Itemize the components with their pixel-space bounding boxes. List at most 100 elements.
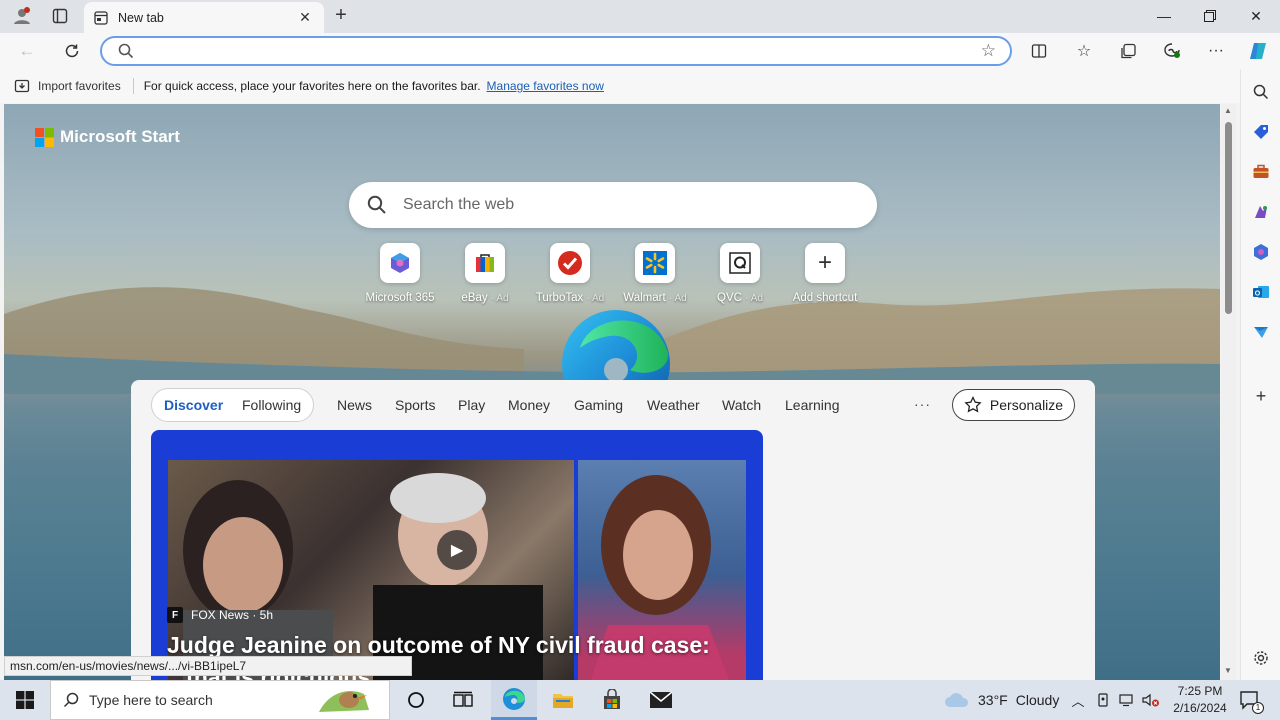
shortcut-qvc[interactable]: QVC · Ad [695, 243, 785, 304]
link-status-bar: msn.com/en-us/movies/news/.../vi-BB1ipeL… [4, 656, 412, 676]
refresh-button[interactable] [59, 39, 85, 63]
windows-taskbar: Type here to search 33°F Cloudy ︿ 7:25 P… [0, 680, 1280, 720]
tab-following[interactable]: Following [242, 397, 301, 413]
shopping-tag-icon[interactable] [1249, 120, 1273, 144]
microsoft-start-logo[interactable]: Microsoft Start [35, 127, 180, 147]
tab-discover[interactable]: Discover [164, 397, 223, 413]
start-button[interactable] [8, 680, 42, 720]
outlook-icon[interactable]: O [1249, 280, 1273, 304]
mail-icon[interactable] [641, 680, 681, 720]
sidebar-settings-gear-icon[interactable] [1249, 646, 1273, 670]
tab-watch[interactable]: Watch [722, 397, 761, 413]
shortcut-walmart[interactable]: Walmart · Ad [610, 243, 700, 304]
minimize-button[interactable]: — [1141, 0, 1187, 32]
web-search-box[interactable] [349, 182, 877, 228]
personalize-button[interactable]: Personalize [952, 389, 1075, 421]
scroll-down-arrow-icon[interactable]: ▼ [1224, 666, 1232, 675]
tab-gaming[interactable]: Gaming [574, 397, 623, 413]
scroll-up-arrow-icon[interactable]: ▲ [1224, 106, 1232, 115]
scrollbar-thumb[interactable] [1225, 122, 1232, 314]
shortcut-ebay[interactable]: eBay · Ad [440, 243, 530, 304]
sidebar-search-icon[interactable] [1249, 80, 1273, 104]
microsoft-365-icon [380, 243, 420, 283]
notification-center-icon[interactable]: 1 [1236, 680, 1264, 720]
tab-news[interactable]: News [337, 397, 372, 413]
ad-badge: · Ad [490, 293, 509, 304]
close-window-button[interactable]: ✕ [1233, 0, 1279, 32]
shortcut-label: Walmart [623, 292, 666, 304]
new-tab-button[interactable]: + [330, 5, 352, 27]
tab-money[interactable]: Money [508, 397, 550, 413]
shortcut-label: TurboTax [535, 292, 584, 304]
ad-badge: · Ad [745, 293, 763, 304]
add-sidebar-item-icon[interactable]: + [1249, 384, 1273, 408]
clock-time: 7:25 PM [1177, 684, 1223, 698]
feed-tabs: Discover Following News Sports Play Mone… [151, 388, 1075, 422]
microsoft-store-icon[interactable] [592, 680, 632, 720]
split-screen-icon[interactable] [1027, 40, 1051, 62]
ad-badge: · Ad [586, 293, 605, 304]
taskbar-edge-app[interactable] [491, 680, 537, 720]
settings-more-icon[interactable]: ··· [1204, 40, 1228, 62]
sparkle-star-icon [964, 396, 982, 413]
tab-weather[interactable]: Weather [647, 397, 700, 413]
play-video-icon[interactable]: ▶ [437, 530, 477, 570]
favorites-bar: Import favorites For quick access, place… [0, 69, 1240, 103]
hero-headline[interactable]: Judge Jeanine on outcome of NY civil fra… [167, 632, 710, 659]
back-button[interactable]: ← [14, 39, 40, 63]
more-options-icon[interactable]: ··· [914, 396, 931, 412]
tab-actions-icon[interactable] [47, 5, 73, 27]
ebay-bag-icon [465, 243, 505, 283]
shortcut-turbotax[interactable]: TurboTax · Ad [525, 243, 615, 304]
shortcut-label: Microsoft 365 [365, 292, 435, 304]
taskbar-search-box[interactable]: Type here to search [50, 680, 390, 720]
weather-description: Cloudy [1015, 692, 1060, 708]
taskbar-clock[interactable]: 7:25 PM 2/16/2024 [1170, 683, 1230, 717]
tab-sports[interactable]: Sports [395, 397, 435, 413]
tab-title: New tab [118, 10, 164, 25]
meet-now-icon[interactable] [1093, 680, 1113, 720]
shortcut-label: Add shortcut [792, 292, 858, 304]
search-icon [367, 195, 386, 214]
restore-button[interactable] [1187, 0, 1233, 32]
tab-learning[interactable]: Learning [785, 397, 840, 413]
drop-send-icon[interactable] [1249, 320, 1273, 344]
personalize-label: Personalize [989, 397, 1064, 413]
tab-play[interactable]: Play [458, 397, 485, 413]
import-favorites-button[interactable]: Import favorites [14, 78, 121, 94]
close-tab-icon[interactable]: ✕ [296, 9, 314, 26]
games-icon[interactable] [1249, 200, 1273, 224]
favorites-icon[interactable]: ☆ [1072, 40, 1096, 62]
browser-essentials-icon[interactable] [1160, 40, 1184, 62]
network-icon[interactable] [1116, 680, 1136, 720]
new-tab-page: Microsoft Start Microsoft 365 eBay · Ad … [4, 104, 1220, 680]
show-hidden-icons-chevron-up-icon[interactable]: ︿ [1068, 680, 1088, 720]
ad-badge: · Ad [668, 293, 687, 304]
add-favorite-star-icon[interactable]: ☆ [981, 41, 996, 61]
file-explorer-icon[interactable] [543, 680, 583, 720]
web-search-input[interactable] [403, 196, 843, 214]
address-bar[interactable]: ☆ [100, 36, 1012, 66]
microsoft-365-icon[interactable] [1249, 240, 1273, 264]
search-icon [118, 43, 134, 59]
task-view-icon[interactable] [444, 680, 482, 720]
copilot-icon[interactable] [1246, 40, 1270, 62]
page-scrollbar[interactable]: ▲ ▼ [1221, 104, 1236, 680]
cortana-icon[interactable] [398, 680, 434, 720]
shortcut-microsoft-365[interactable]: Microsoft 365 [355, 243, 445, 304]
manage-favorites-link[interactable]: Manage favorites now [487, 79, 604, 93]
collections-icon[interactable] [1116, 40, 1140, 62]
volume-muted-icon[interactable] [1140, 680, 1162, 720]
tools-briefcase-icon[interactable] [1249, 160, 1273, 184]
windows-logo-icon [16, 691, 34, 709]
favorites-divider [132, 78, 134, 94]
profile-icon[interactable] [9, 5, 35, 27]
hero-news-card[interactable]: ▶ F FOX News · 5h Judge Jeanine on outco… [151, 430, 763, 680]
tab-new-tab[interactable]: New tab ✕ [84, 2, 324, 33]
import-icon [14, 79, 30, 93]
taskbar-weather[interactable]: 33°F Cloudy [944, 680, 1059, 720]
shortcut-label: eBay [461, 292, 488, 304]
shortcut-add[interactable]: + Add shortcut [780, 243, 870, 304]
svg-text:O: O [1255, 290, 1261, 297]
brand-name: Microsoft Start [60, 127, 180, 146]
